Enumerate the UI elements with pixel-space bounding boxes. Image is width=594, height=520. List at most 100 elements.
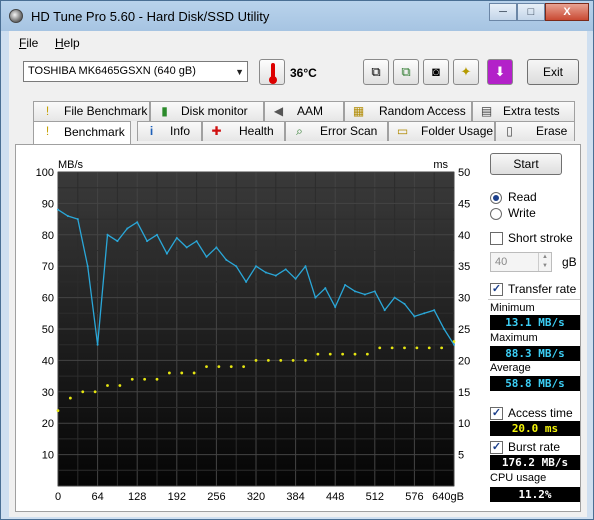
transfer-rate-point xyxy=(433,309,436,312)
tab-benchmark[interactable]: ! Benchmark xyxy=(33,121,131,144)
access-time-point xyxy=(304,359,307,362)
maximize-button[interactable]: □ xyxy=(517,3,545,21)
y-left-tick-label: 90 xyxy=(42,198,54,210)
transfer-rate-point xyxy=(443,328,446,330)
transfer-rate-point xyxy=(363,293,366,296)
tab-label: Health xyxy=(239,124,274,138)
x-tick-label: 0 xyxy=(55,491,61,503)
stepper-arrows-icon[interactable]: ▲ ▼ xyxy=(538,253,551,271)
read-radio[interactable] xyxy=(490,192,502,204)
write-label: Write xyxy=(508,206,536,220)
drive-select[interactable]: TOSHIBA MK6465GSXN (640 gB) ▼ xyxy=(23,61,248,82)
transfer-rate-point xyxy=(57,208,59,211)
transfer-rate-point xyxy=(106,233,109,236)
y-left-tick-label: 20 xyxy=(42,418,54,430)
random-access-icon: ▦ xyxy=(352,104,365,118)
tab-disk-monitor[interactable]: ▮ Disk monitor xyxy=(150,101,264,121)
access-time-point xyxy=(316,352,320,356)
maximum-label: Maximum xyxy=(490,332,538,344)
minimize-button[interactable]: ─ xyxy=(489,3,517,21)
y-left-tick-label: 80 xyxy=(42,230,54,242)
y-right-tick-label: 50 xyxy=(458,167,470,179)
download-arrow-icon: ⬇ xyxy=(494,64,506,79)
access-time-point xyxy=(229,365,233,369)
tab-label: Folder Usage xyxy=(421,124,494,138)
transfer-rate-checkbox[interactable]: ✓ xyxy=(490,283,503,296)
transfer-rate-point xyxy=(423,312,426,315)
x-tick-label: 384 xyxy=(286,491,304,503)
title-bar[interactable]: HD Tune Pro 5.60 - Hard Disk/SSD Utility… xyxy=(1,1,593,31)
exit-button[interactable]: Exit xyxy=(527,59,579,85)
tab-file-benchmark[interactable]: ! File Benchmark xyxy=(33,101,150,121)
wrench-icon: ✦ xyxy=(460,64,472,79)
access-time-point xyxy=(390,346,394,350)
access-time-point xyxy=(328,352,332,356)
tab-random-access[interactable]: ▦ Random Access xyxy=(344,101,472,121)
benchmark-chart: MB/s ms 100 90 80 70 60 50 40 30 20 10 50 45 40 35 30 25 2… xyxy=(16,145,476,511)
transfer-rate-point xyxy=(344,284,347,287)
access-time-point xyxy=(291,359,295,362)
access-time-point xyxy=(415,346,419,350)
transfer-rate-point xyxy=(393,296,396,299)
maximum-value: 88.3 MB/s xyxy=(490,346,580,361)
y-right-tick-label: 25 xyxy=(458,324,470,336)
transfer-rate-point xyxy=(245,280,248,283)
copy-info-button[interactable]: ⧉ xyxy=(363,59,389,85)
tab-erase[interactable]: ▯ Erase xyxy=(495,121,575,141)
y-left-unit-label: MB/s xyxy=(58,159,84,171)
tab-aam[interactable]: ◀ AAM xyxy=(264,101,344,121)
y-left-tick-label: 40 xyxy=(42,355,54,367)
transfer-rate-point xyxy=(96,343,99,346)
access-time-point xyxy=(242,365,246,369)
camera-icon: ◙ xyxy=(432,64,440,79)
tab-folder-usage[interactable]: ▭ Folder Usage xyxy=(388,121,495,141)
menu-help[interactable]: Help xyxy=(55,36,80,50)
save-button[interactable]: ⬇ xyxy=(487,59,513,85)
y-right-unit-label: ms xyxy=(433,159,448,171)
app-icon xyxy=(9,9,23,23)
read-label: Read xyxy=(508,190,537,204)
y-right-tick-label: 5 xyxy=(458,450,464,462)
tab-label: Erase xyxy=(536,124,568,138)
burst-rate-value: 176.2 MB/s xyxy=(490,455,580,470)
transfer-rate-label: Transfer rate xyxy=(508,282,577,296)
tab-error-scan[interactable]: ⌕ Error Scan xyxy=(285,121,388,141)
access-time-point xyxy=(254,359,258,362)
menu-file[interactable]: File xyxy=(19,36,38,50)
info-icon: i xyxy=(149,124,154,138)
y-right-tick-label: 35 xyxy=(458,261,470,273)
transfer-rate-point xyxy=(354,290,356,293)
screenshot-button[interactable]: ◙ xyxy=(423,59,449,85)
transfer-rate-point xyxy=(274,274,277,277)
start-button[interactable]: Start xyxy=(490,153,562,175)
access-time-checkbox[interactable]: ✓ xyxy=(490,407,503,420)
transfer-rate-point xyxy=(146,240,149,243)
transfer-rate-point xyxy=(453,343,455,346)
average-label: Average xyxy=(490,362,531,374)
access-time-point xyxy=(403,346,406,350)
write-radio[interactable] xyxy=(490,208,502,220)
app-window: HD Tune Pro 5.60 - Hard Disk/SSD Utility… xyxy=(0,0,594,520)
close-button[interactable]: X xyxy=(545,3,589,21)
transfer-rate-point xyxy=(403,302,406,305)
transfer-rate-point xyxy=(165,252,168,255)
y-right-tick-label: 15 xyxy=(458,387,470,399)
transfer-rate-point xyxy=(136,221,139,224)
options-button[interactable]: ✦ xyxy=(453,59,479,85)
y-left-tick-label: 50 xyxy=(42,324,54,336)
copy-text-button[interactable]: ⧉ xyxy=(393,59,419,85)
transfer-rate-point xyxy=(264,271,267,274)
access-time-point xyxy=(118,384,122,387)
burst-rate-checkbox[interactable]: ✓ xyxy=(490,441,503,454)
window-title: HD Tune Pro 5.60 - Hard Disk/SSD Utility xyxy=(31,9,270,24)
stroke-size-stepper[interactable]: 40 ▲ ▼ xyxy=(490,252,552,272)
short-stroke-checkbox[interactable] xyxy=(490,232,503,245)
access-time-point xyxy=(56,409,60,413)
transfer-rate-point xyxy=(304,265,307,268)
tab-extra-tests[interactable]: ▤ Extra tests xyxy=(472,101,575,121)
minimum-label: Minimum xyxy=(490,302,535,314)
transfer-rate-point xyxy=(373,290,376,293)
tab-health[interactable]: ✚ Health xyxy=(202,121,285,141)
transfer-rate-point xyxy=(195,240,198,243)
tab-info[interactable]: i Info xyxy=(137,121,202,141)
